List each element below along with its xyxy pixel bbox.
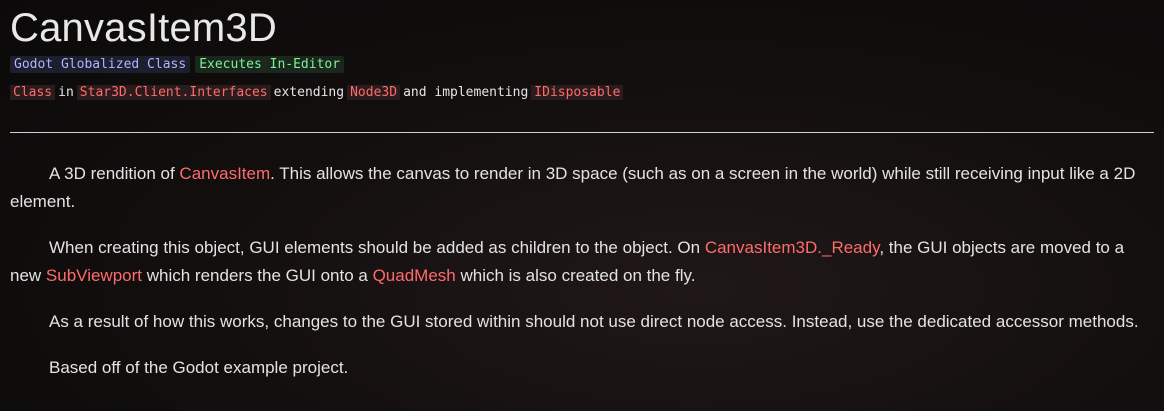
godot-globalized-badge: Godot Globalized Class (10, 56, 191, 73)
base-class-link[interactable]: Node3D (347, 85, 401, 100)
description: A 3D rendition of CanvasItem. This allow… (10, 160, 1154, 400)
divider (10, 132, 1154, 133)
p2-text-a: When creating this object, GUI elements … (49, 238, 705, 257)
badge-row: Godot Globalized Class Executes In-Edito… (10, 56, 345, 73)
p2-text-c: which renders the GUI onto a (142, 266, 373, 285)
paragraph-3: As a result of how this works, changes t… (10, 308, 1154, 336)
executes-in-editor-badge: Executes In-Editor (195, 56, 345, 73)
canvasitem3d-ready-link[interactable]: CanvasItem3D._Ready (705, 238, 880, 257)
interface-link[interactable]: IDisposable (531, 85, 624, 100)
in-word: in (58, 85, 74, 100)
implementing-word: and implementing (403, 85, 529, 100)
quadmesh-link[interactable]: QuadMesh (373, 266, 456, 285)
paragraph-2: When creating this object, GUI elements … (10, 234, 1154, 290)
paragraph-4: Based off of the Godot example project. (10, 354, 1154, 382)
p4-text-a: Based off of the Godot example project. (49, 358, 349, 377)
subviewport-link[interactable]: SubViewport (46, 266, 142, 285)
namespace-link[interactable]: Star3D.Client.Interfaces (76, 85, 271, 100)
p1-text-a: A 3D rendition of (49, 164, 180, 183)
extending-word: extending (273, 85, 345, 100)
paragraph-1: A 3D rendition of CanvasItem. This allow… (10, 160, 1154, 216)
class-keyword: Class (10, 85, 56, 100)
p2-text-d: which is also created on the fly. (455, 266, 696, 285)
p3-text-a: As a result of how this works, changes t… (49, 312, 1139, 331)
canvasitem-link[interactable]: CanvasItem (179, 164, 270, 183)
class-signature: Class in Star3D.Client.Interfaces extending… (10, 84, 624, 101)
page-title: CanvasItem3D (10, 6, 277, 50)
